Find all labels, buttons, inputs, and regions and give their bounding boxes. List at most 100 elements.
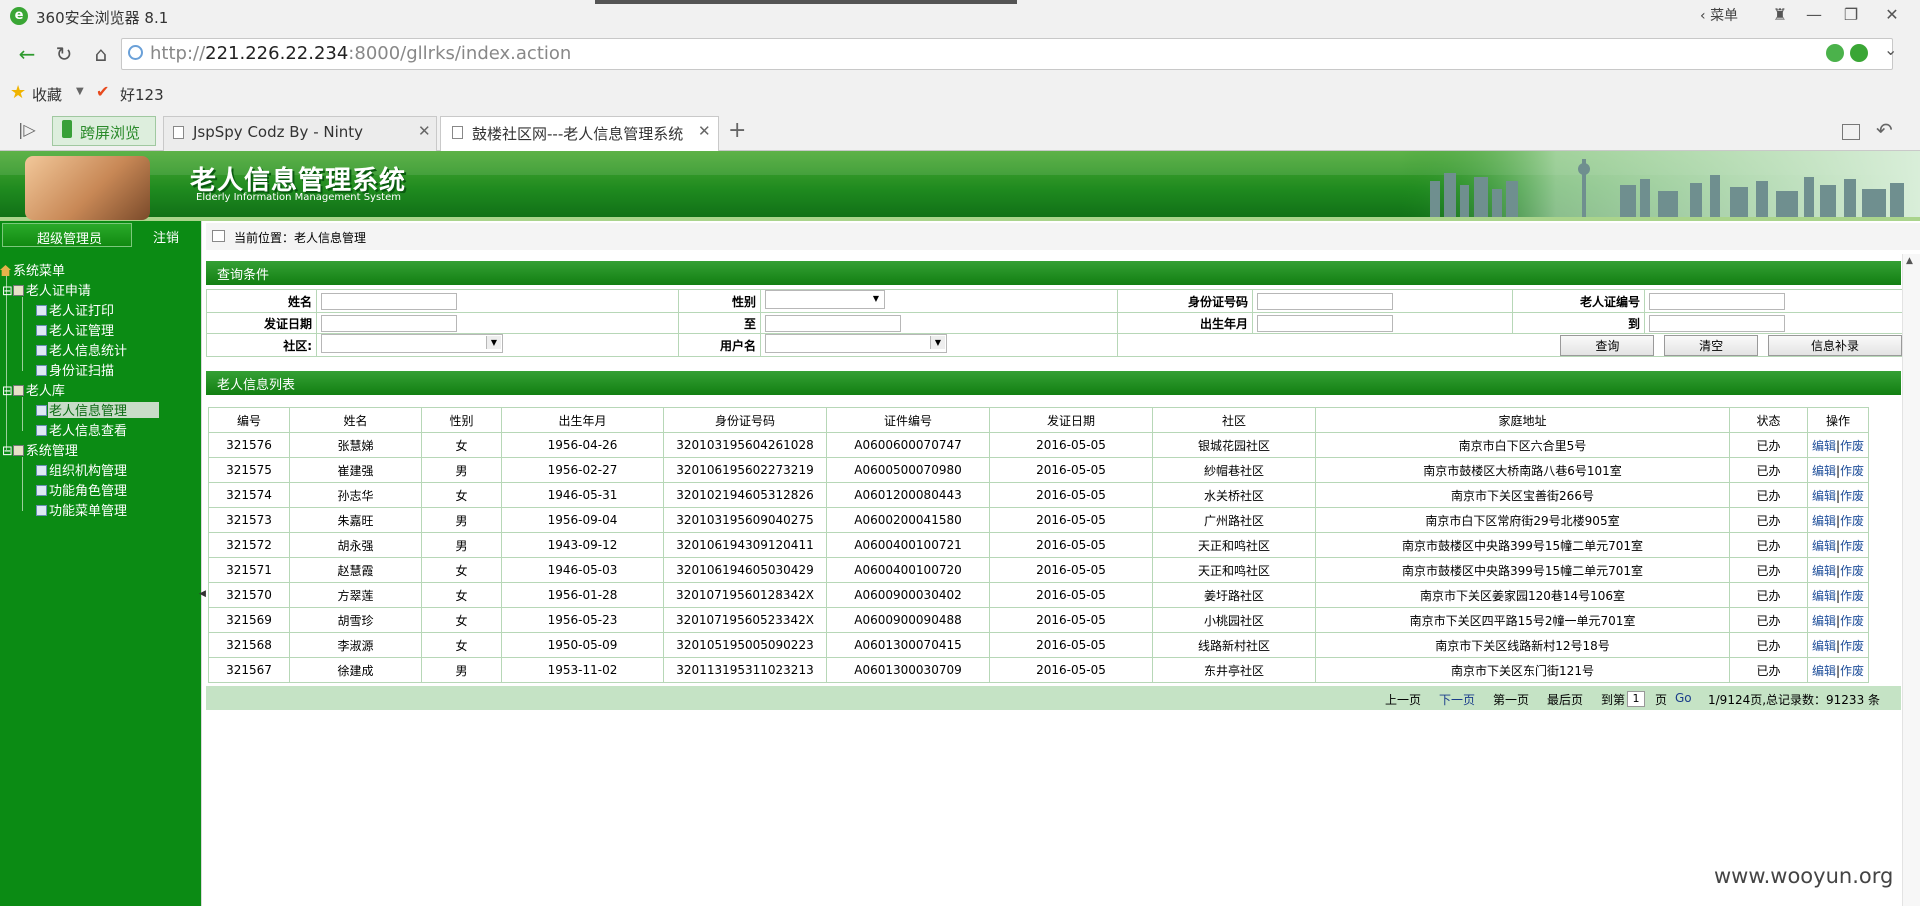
- tree-folder-card-apply[interactable]: ⊟ 老人证申请: [2, 280, 91, 299]
- home-icon[interactable]: ⌂: [88, 42, 114, 66]
- name-input[interactable]: [321, 292, 457, 310]
- label-name: 姓名: [206, 289, 317, 313]
- last-page-link[interactable]: 最后页: [1547, 691, 1583, 708]
- sidebar-item-statistics[interactable]: 老人信息统计: [36, 340, 127, 359]
- supplement-button[interactable]: 信息补录: [1768, 334, 1902, 356]
- issue-date-to-input[interactable]: [765, 314, 901, 332]
- void-link[interactable]: 作废: [1840, 439, 1864, 453]
- cell-status: 已办: [1729, 507, 1808, 533]
- goto-page-input[interactable]: 1: [1627, 691, 1645, 707]
- edit-link[interactable]: 编辑: [1812, 564, 1836, 578]
- void-link[interactable]: 作废: [1840, 664, 1864, 678]
- tab-close-icon[interactable]: ✕: [418, 122, 431, 140]
- cell-actions: 编辑|作废: [1807, 482, 1869, 508]
- tab-close-icon[interactable]: ✕: [698, 122, 711, 140]
- favorites-button[interactable]: 收藏: [32, 84, 62, 105]
- edit-link[interactable]: 编辑: [1812, 589, 1836, 603]
- maximize-icon[interactable]: ❐: [1834, 2, 1868, 28]
- tree-root-system-menu[interactable]: 系统菜单: [0, 260, 65, 279]
- query-form: 姓名 性别 ▼ 身份证号码 老人证编号 发证日期 至 出生年月 到 社区: ▼ …: [206, 289, 1905, 357]
- restore-tab-icon[interactable]: [1842, 124, 1860, 140]
- page-icon: [36, 405, 47, 416]
- vertical-scrollbar[interactable]: [1902, 254, 1920, 906]
- edit-link[interactable]: 编辑: [1812, 514, 1836, 528]
- issue-date-from-input[interactable]: [321, 314, 457, 332]
- ie-mode-icon[interactable]: [1850, 44, 1868, 62]
- favorites-dropdown-icon[interactable]: ▼: [76, 86, 84, 97]
- edit-link[interactable]: 编辑: [1812, 614, 1836, 628]
- page-icon: [36, 325, 47, 336]
- sidebar-toggle-icon[interactable]: |▷: [18, 120, 36, 139]
- new-tab-button[interactable]: +: [728, 118, 746, 143]
- skin-icon[interactable]: ♜: [1763, 2, 1797, 28]
- edit-link[interactable]: 编辑: [1812, 664, 1836, 678]
- undo-close-icon[interactable]: ↶: [1876, 118, 1893, 142]
- first-page-link[interactable]: 第一页: [1493, 691, 1529, 708]
- gender-select[interactable]: ▼: [765, 290, 885, 309]
- close-icon[interactable]: ✕: [1875, 2, 1909, 28]
- security-shield-icon[interactable]: [1826, 44, 1844, 62]
- cell-cert: A0601300070415: [826, 632, 990, 658]
- void-link[interactable]: 作废: [1840, 489, 1864, 503]
- edit-link[interactable]: 编辑: [1812, 464, 1836, 478]
- tree-label: 老人信息统计: [49, 344, 128, 359]
- cell-birth: 1956-09-04: [501, 507, 664, 533]
- void-link[interactable]: 作废: [1840, 464, 1864, 478]
- cell-cert: A0601200080443: [826, 482, 990, 508]
- username-select[interactable]: ▼: [765, 334, 947, 353]
- card-no-input[interactable]: [1649, 292, 1785, 310]
- cell-name: 胡雪珍: [289, 607, 422, 633]
- id-no-input[interactable]: [1257, 292, 1393, 310]
- chevron-down-icon[interactable]: ⌄: [1884, 40, 1897, 59]
- edit-link[interactable]: 编辑: [1812, 639, 1836, 653]
- cell-address: 南京市下关区姜家园120巷14号106室: [1315, 582, 1730, 608]
- go-button[interactable]: Go: [1675, 691, 1692, 705]
- sidebar-item-card-print[interactable]: 老人证打印: [36, 300, 114, 319]
- sidebar-item-elderly-manage[interactable]: 老人信息管理: [36, 400, 127, 419]
- collapse-arrow-icon[interactable]: ◀: [199, 589, 206, 599]
- void-link[interactable]: 作废: [1840, 564, 1864, 578]
- search-button[interactable]: 查询: [1560, 334, 1655, 356]
- cell-name: 孙志华: [289, 482, 422, 508]
- sidebar-item-card-manage[interactable]: 老人证管理: [36, 320, 114, 339]
- sidebar-item-role-manage[interactable]: 功能角色管理: [36, 480, 127, 499]
- birth-to-input[interactable]: [1649, 314, 1785, 332]
- tree-folder-system-manage[interactable]: ⊟ 系统管理: [2, 440, 78, 459]
- void-link[interactable]: 作废: [1840, 539, 1864, 553]
- void-link[interactable]: 作废: [1840, 514, 1864, 528]
- clear-button[interactable]: 清空: [1664, 334, 1759, 356]
- tree-label: 老人库: [25, 384, 65, 399]
- tree-folder-elderly-db[interactable]: ⊟ 老人库: [2, 380, 65, 399]
- cell-actions: 编辑|作废: [1807, 432, 1869, 458]
- cell-buttons: 查询 清空 信息补录: [1117, 333, 1905, 357]
- scroll-up-icon[interactable]: ▲: [1906, 256, 1913, 266]
- edit-link[interactable]: 编辑: [1812, 439, 1836, 453]
- sidebar-item-elderly-view[interactable]: 老人信息查看: [36, 420, 127, 439]
- url-text[interactable]: http://221.226.22.234:8000/gllrks/index.…: [150, 43, 571, 64]
- void-link[interactable]: 作废: [1840, 614, 1864, 628]
- table-row: 321573 朱嘉旺男 1956-09-04 320103195609040275 A0…: [208, 507, 1869, 533]
- window-drag-handle[interactable]: [595, 0, 1017, 4]
- edit-link[interactable]: 编辑: [1812, 489, 1836, 503]
- sidebar-item-menu-manage[interactable]: 功能菜单管理: [36, 500, 127, 519]
- tree-label: 系统管理: [25, 444, 78, 459]
- sidebar-item-org-manage[interactable]: 组织机构管理: [36, 460, 127, 479]
- minimize-icon[interactable]: —: [1797, 2, 1831, 28]
- table-row: 321575 崔建强男 1956-02-27 320106195602273219 A0…: [208, 457, 1869, 483]
- back-arrow-icon[interactable]: ←: [14, 42, 40, 66]
- hao123-link[interactable]: 好123: [120, 84, 164, 105]
- community-select[interactable]: ▼: [321, 334, 503, 353]
- prev-page-link[interactable]: 上一页: [1385, 691, 1421, 708]
- label-birth: 出生年月: [1117, 312, 1253, 334]
- edit-link[interactable]: 编辑: [1812, 539, 1836, 553]
- next-page-link[interactable]: 下一页: [1439, 691, 1475, 708]
- tree-label: 组织机构管理: [49, 464, 128, 479]
- sidebar-item-id-scan[interactable]: 身份证扫描: [36, 360, 114, 379]
- refresh-icon[interactable]: ↻: [51, 42, 77, 66]
- browser-menu-button[interactable]: ‹ 菜单: [1700, 5, 1738, 25]
- void-link[interactable]: 作废: [1840, 589, 1864, 603]
- birth-from-input[interactable]: [1257, 314, 1393, 332]
- void-link[interactable]: 作废: [1840, 639, 1864, 653]
- tree-label: 系统菜单: [13, 264, 66, 279]
- chevron-left-icon: ‹: [1700, 8, 1711, 24]
